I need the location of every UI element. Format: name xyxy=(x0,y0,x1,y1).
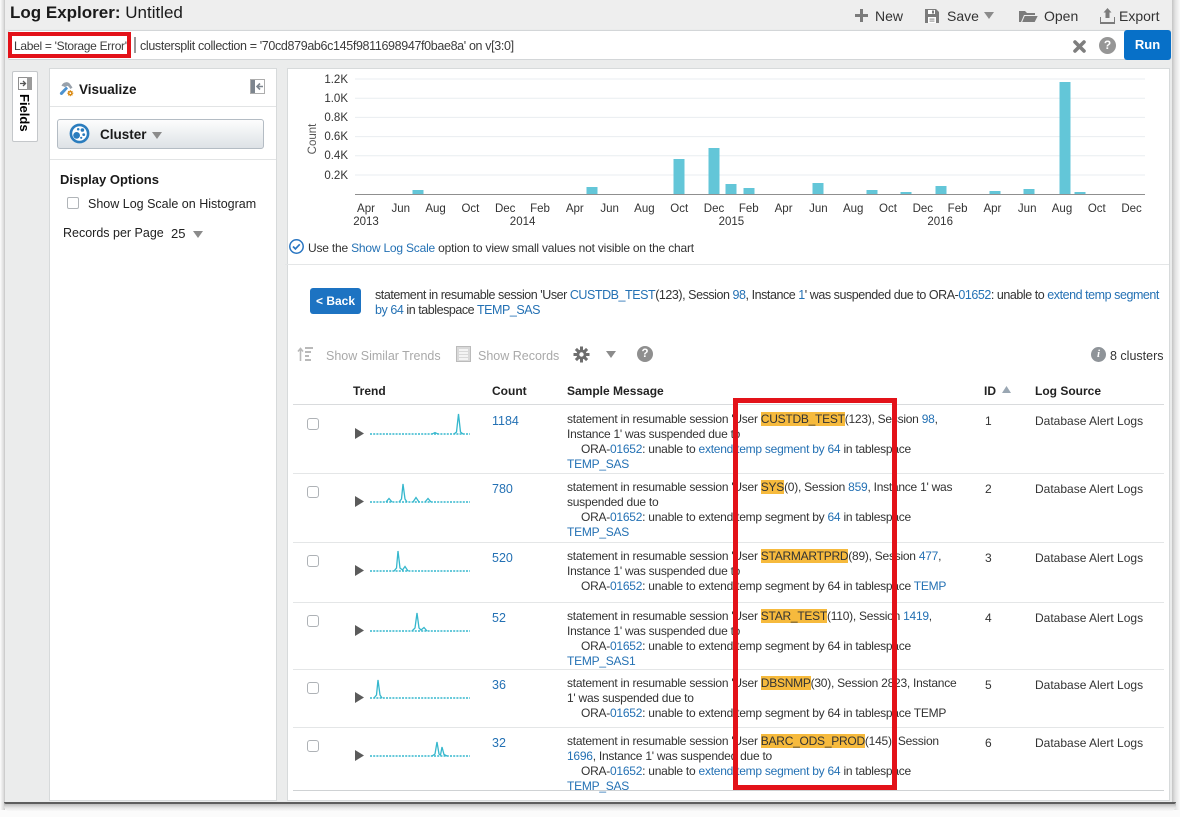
svg-text:Jun: Jun xyxy=(392,203,411,215)
svg-text:Dec: Dec xyxy=(1121,203,1142,215)
svg-text:0.4K: 0.4K xyxy=(324,150,348,162)
svg-text:2013: 2013 xyxy=(353,216,379,228)
svg-text:2015: 2015 xyxy=(719,216,745,228)
svg-text:Oct: Oct xyxy=(879,203,898,215)
svg-text:Feb: Feb xyxy=(948,203,968,215)
svg-text:Aug: Aug xyxy=(843,203,863,215)
svg-text:1.0K: 1.0K xyxy=(324,93,348,105)
svg-text:2016: 2016 xyxy=(927,216,953,228)
svg-text:0.8K: 0.8K xyxy=(324,112,348,124)
svg-text:Feb: Feb xyxy=(530,203,550,215)
svg-text:Jun: Jun xyxy=(600,203,619,215)
svg-text:Count: Count xyxy=(307,123,319,154)
svg-text:0.6K: 0.6K xyxy=(324,131,348,143)
svg-text:2014: 2014 xyxy=(510,216,536,228)
svg-text:Apr: Apr xyxy=(775,203,793,215)
svg-text:1.2K: 1.2K xyxy=(324,74,348,86)
svg-text:Jun: Jun xyxy=(809,203,828,215)
svg-text:Jun: Jun xyxy=(1018,203,1037,215)
svg-text:Apr: Apr xyxy=(566,203,584,215)
svg-text:Dec: Dec xyxy=(913,203,934,215)
svg-text:Oct: Oct xyxy=(670,203,689,215)
svg-text:Dec: Dec xyxy=(495,203,516,215)
svg-text:Oct: Oct xyxy=(1088,203,1107,215)
svg-text:Dec: Dec xyxy=(704,203,725,215)
svg-text:Aug: Aug xyxy=(634,203,654,215)
svg-text:Oct: Oct xyxy=(461,203,480,215)
svg-text:Aug: Aug xyxy=(1052,203,1072,215)
svg-text:0.2K: 0.2K xyxy=(324,170,348,182)
svg-text:Feb: Feb xyxy=(739,203,759,215)
svg-text:Apr: Apr xyxy=(357,203,375,215)
svg-text:Aug: Aug xyxy=(425,203,445,215)
svg-text:Apr: Apr xyxy=(983,203,1001,215)
